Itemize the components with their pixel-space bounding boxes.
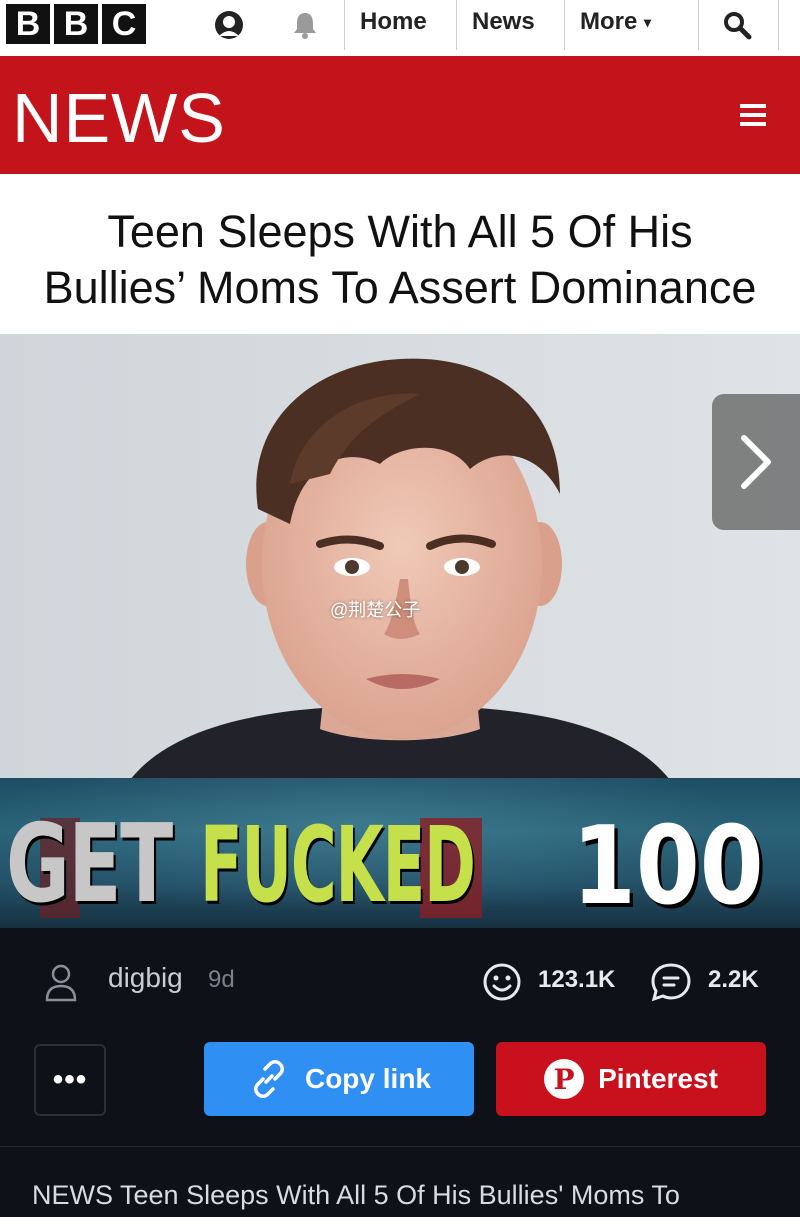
nav-divider [564, 0, 565, 50]
post-age: 9d [208, 966, 235, 993]
search-icon[interactable] [720, 8, 754, 42]
meme-score: 100 [572, 804, 764, 928]
nav-news-link[interactable]: News [472, 8, 535, 36]
comment-count: 2.2K [708, 966, 759, 993]
article-headline: Teen Sleeps With All 5 Of His Bullies’ M… [43, 206, 757, 313]
nav-home-link[interactable]: Home [360, 8, 427, 36]
next-image-button[interactable] [712, 394, 800, 530]
nav-more-label: More [580, 8, 638, 35]
account-icon[interactable] [212, 8, 246, 42]
bbc-logo[interactable]: B B C [6, 4, 146, 44]
user-icon [44, 962, 78, 1007]
chevron-right-icon [741, 435, 771, 489]
bbc-logo-letter: B [6, 4, 50, 44]
section-divider [0, 1146, 800, 1147]
smiley-reaction-icon[interactable] [482, 962, 522, 1007]
news-section-title[interactable]: NEWS [12, 78, 226, 158]
post-meta-row: digbig 9d 123.1K 2.2K [0, 928, 800, 1038]
nav-more-menu[interactable]: More ▾ [580, 8, 651, 36]
hamburger-menu-icon[interactable] [740, 104, 766, 126]
meme-caption-strip: GET FUCKED 100 [0, 778, 800, 928]
copy-link-label: Copy link [304, 1063, 431, 1094]
bbc-logo-letter: C [102, 4, 146, 44]
nav-divider [456, 0, 457, 50]
pinterest-share-button[interactable]: P Pinterest [496, 1042, 766, 1116]
article-photo: @荆楚公子 [0, 334, 800, 780]
pinterest-logo-icon: P [544, 1059, 585, 1099]
post-caption-text: NEWS Teen Sleeps With All 5 Of His Bulli… [32, 1180, 680, 1210]
reaction-count: 123.1K [538, 966, 616, 993]
nav-divider [344, 0, 345, 50]
pinterest-label: Pinterest [598, 1063, 718, 1094]
more-options-button[interactable]: ••• [34, 1044, 106, 1116]
post-username[interactable]: digbig [108, 962, 183, 994]
nav-divider [698, 0, 699, 50]
meme-word-get: GET [6, 802, 173, 927]
image-watermark: @荆楚公子 [330, 600, 421, 620]
caret-down-icon: ▾ [644, 14, 652, 31]
headline-container: Teen Sleeps With All 5 Of His Bullies’ M… [0, 174, 800, 334]
link-icon [253, 1060, 284, 1098]
notifications-bell-icon[interactable] [288, 8, 322, 42]
bbc-top-bar: B B C Home News More ▾ [0, 0, 800, 56]
nav-divider [778, 0, 779, 50]
comment-icon[interactable] [650, 962, 692, 1007]
news-banner: NEWS [0, 56, 800, 174]
copy-link-button[interactable]: Copy link [204, 1042, 474, 1116]
mugshot-illustration [0, 334, 800, 780]
meme-word-fucked: FUCKED [200, 804, 476, 926]
bbc-logo-letter: B [54, 4, 98, 44]
